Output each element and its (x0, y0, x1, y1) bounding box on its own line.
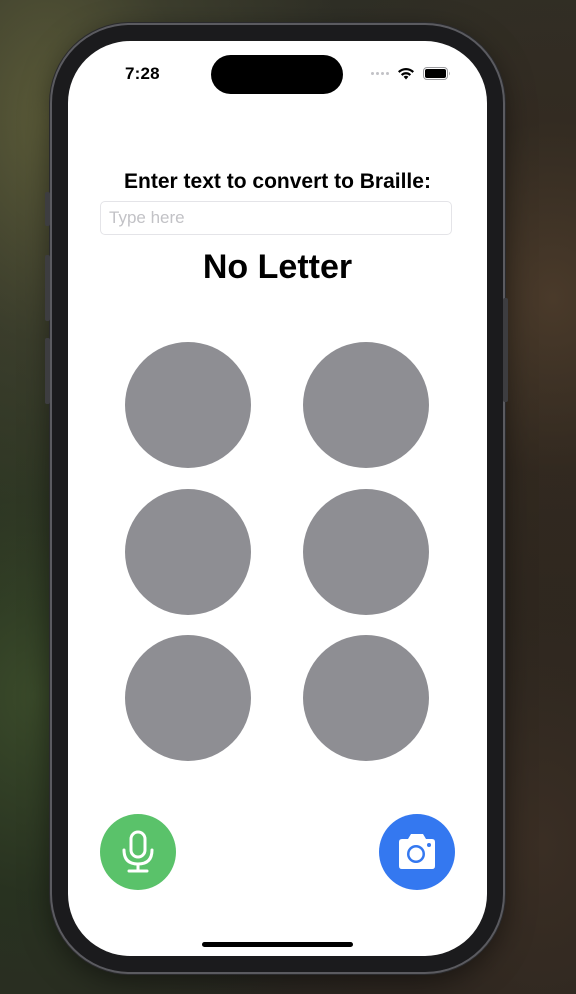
volume-down-button (45, 338, 50, 404)
home-indicator[interactable] (202, 942, 353, 947)
camera-icon (399, 834, 435, 869)
battery-icon (423, 67, 450, 80)
braille-dot-3[interactable] (125, 635, 251, 761)
braille-dot-2[interactable] (125, 489, 251, 615)
action-button (45, 192, 50, 226)
dynamic-island (211, 55, 343, 94)
status-time: 7:28 (125, 64, 160, 83)
volume-up-button (45, 255, 50, 321)
convert-prompt: Enter text to convert to Braille: (124, 170, 431, 193)
microphone-icon (122, 830, 154, 873)
power-button (503, 298, 508, 402)
braille-dot-1[interactable] (125, 342, 251, 468)
wifi-icon (398, 68, 414, 80)
cellular-signal-icon (371, 72, 389, 75)
microphone-button[interactable] (100, 814, 176, 890)
braille-dot-6[interactable] (303, 635, 429, 761)
camera-button[interactable] (379, 814, 455, 890)
braille-dot-4[interactable] (303, 342, 429, 468)
status-icons (371, 67, 451, 80)
braille-dot-5[interactable] (303, 489, 429, 615)
current-letter: No Letter (202, 248, 353, 286)
app-screen: 7:28 Enter text to convert to Braille: N… (68, 41, 487, 956)
text-input[interactable] (100, 201, 452, 235)
